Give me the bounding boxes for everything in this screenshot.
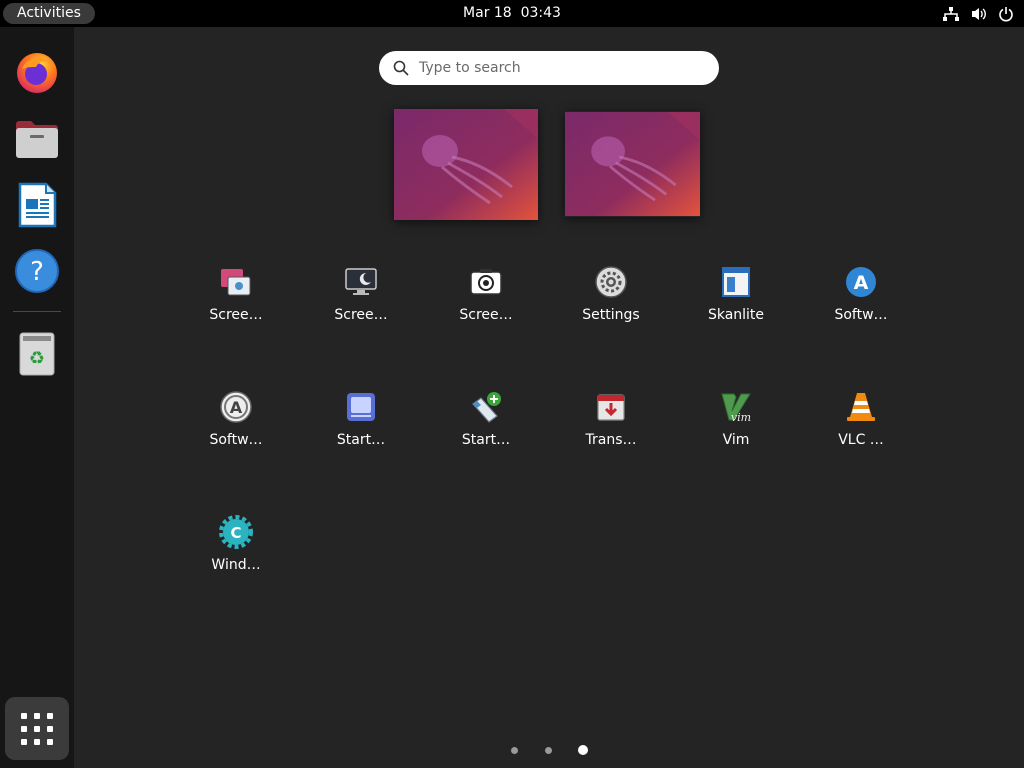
app-settings[interactable]: Settings xyxy=(556,251,666,341)
volume-icon[interactable] xyxy=(970,6,988,22)
page-dot-3-active[interactable] xyxy=(578,745,588,755)
svg-text:♻: ♻ xyxy=(29,348,45,369)
app-label: Settings xyxy=(582,307,640,323)
screensaver-icon xyxy=(345,268,377,295)
dock-item-help[interactable]: ? xyxy=(11,245,63,297)
app-label: Trans… xyxy=(585,432,637,448)
app-screen-camera[interactable]: Scree… xyxy=(431,251,541,341)
app-label: Start… xyxy=(336,432,386,448)
search-placeholder[interactable]: Type to search xyxy=(419,60,521,76)
app-label: Softw… xyxy=(834,307,888,323)
svg-text:vim: vim xyxy=(731,411,751,424)
transmission-icon xyxy=(597,394,625,421)
top-bar: Activities Mar 18 03:43 xyxy=(0,0,1024,27)
window-settings-icon: C xyxy=(219,515,253,549)
app-skanlite[interactable]: Skanlite xyxy=(681,251,791,341)
app-startup-disk-creator[interactable]: Start… xyxy=(431,376,541,466)
app-window-settings[interactable]: C Wind… xyxy=(181,501,291,591)
files-icon xyxy=(16,121,58,158)
activities-overview: Type to search Scree… Scree… Scree… Sett… xyxy=(74,27,1024,768)
dock: ? ♻ xyxy=(0,27,74,768)
page-dot-2[interactable] xyxy=(545,747,552,754)
search-icon xyxy=(393,60,409,76)
workspace-thumbnail-2[interactable] xyxy=(565,111,700,217)
clock[interactable]: Mar 18 03:43 xyxy=(463,5,561,21)
apps-grid-icon xyxy=(21,712,53,745)
app-label: VLC … xyxy=(838,432,884,448)
dock-item-writer[interactable] xyxy=(11,179,63,231)
svg-text:A: A xyxy=(230,398,243,417)
app-software-updater[interactable]: A Softw… xyxy=(181,376,291,466)
dock-item-trash[interactable]: ♻ xyxy=(11,327,63,379)
network-icon[interactable] xyxy=(942,6,960,22)
app-label: Wind… xyxy=(211,557,261,573)
app-software[interactable]: A Softw… xyxy=(806,251,916,341)
app-transmission[interactable]: Trans… xyxy=(556,376,666,466)
firefox-icon xyxy=(17,53,57,93)
help-icon: ? xyxy=(15,249,59,293)
app-label: Start… xyxy=(461,432,511,448)
app-screenshot[interactable]: Scree… xyxy=(181,251,291,341)
system-tray[interactable] xyxy=(942,4,1014,23)
startup-applications-icon xyxy=(347,393,375,421)
trash-icon: ♻ xyxy=(19,332,55,376)
svg-text:?: ? xyxy=(30,257,44,287)
screen-camera-icon xyxy=(470,269,502,295)
dock-item-firefox[interactable] xyxy=(11,46,63,98)
app-startup-applications[interactable]: Start… xyxy=(306,376,416,466)
svg-text:A: A xyxy=(854,272,869,294)
svg-text:C: C xyxy=(230,524,241,542)
app-label: Vim xyxy=(722,432,750,448)
skanlite-icon xyxy=(722,267,750,297)
settings-icon xyxy=(595,266,627,298)
app-vlc[interactable]: VLC … xyxy=(806,376,916,466)
wallpaper-jellyfish-image xyxy=(394,109,538,220)
app-label: Scree… xyxy=(334,307,388,323)
app-label: Scree… xyxy=(459,307,513,323)
app-label: Softw… xyxy=(209,432,263,448)
power-icon[interactable] xyxy=(998,6,1014,22)
search-field[interactable]: Type to search xyxy=(379,51,719,85)
dock-separator xyxy=(13,311,61,312)
app-vim[interactable]: vim Vim xyxy=(681,376,791,466)
workspace-thumbnail-1[interactable] xyxy=(394,109,538,220)
software-updater-icon: A xyxy=(220,391,252,423)
wallpaper-jellyfish-image xyxy=(565,111,700,217)
app-label: Skanlite xyxy=(707,307,765,323)
activities-button[interactable]: Activities xyxy=(3,3,95,24)
startup-disk-creator-icon xyxy=(472,392,501,423)
show-apps-button[interactable] xyxy=(5,697,69,760)
app-label: Scree… xyxy=(209,307,263,323)
vim-icon: vim xyxy=(721,393,751,424)
screenshot-icon xyxy=(221,269,251,296)
writer-icon xyxy=(18,182,57,228)
page-dot-1[interactable] xyxy=(511,747,518,754)
vlc-icon xyxy=(847,393,875,421)
clock-area: Mar 18 03:43 xyxy=(0,0,1024,27)
software-icon: A xyxy=(846,267,876,297)
dock-item-files[interactable] xyxy=(11,113,63,165)
app-screensaver[interactable]: Scree… xyxy=(306,251,416,341)
